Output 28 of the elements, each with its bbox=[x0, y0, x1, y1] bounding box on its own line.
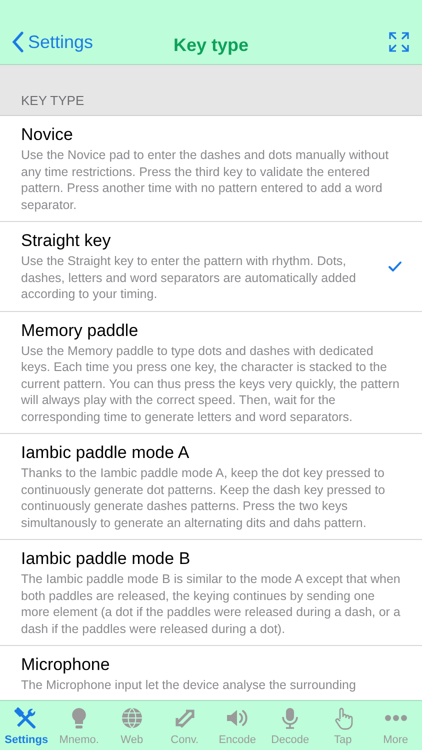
tab[interactable]: Conv. bbox=[158, 701, 211, 750]
tab[interactable]: Web bbox=[106, 701, 158, 750]
tab[interactable]: Settings bbox=[0, 701, 53, 750]
option-title: Iambic paddle mode A bbox=[21, 442, 190, 464]
screen-title: Key type bbox=[173, 34, 249, 57]
checkmark-icon bbox=[388, 260, 402, 272]
back-button[interactable]: Settings bbox=[12, 28, 94, 56]
tab[interactable]: Encode bbox=[211, 701, 264, 750]
tab[interactable]: Tap bbox=[316, 701, 370, 750]
option-description: Use the Straight key to enter the pattern with rhythm. Dots, dashes, letters and word separators are automatically added according to your timing. bbox=[21, 253, 357, 302]
chevron-left-icon bbox=[12, 31, 24, 53]
option-title: Microphone bbox=[21, 654, 111, 676]
option-title: Novice bbox=[21, 124, 74, 146]
option-title: Iambic paddle mode B bbox=[21, 548, 192, 570]
option-title: Memory paddle bbox=[21, 320, 140, 342]
option-description: The Iambic paddle mode B is similar to the mode A except that when both paddles are released, the keying continues by sending one more element (a dot if the paddles were released during a dash, or a dash if the paddles were released during a dot). bbox=[21, 571, 402, 637]
option-description: Use the Memory paddle to type dots and dashes with dedicated keys. Each time you press one key, the character is stacked to the current pattern. You can thus press the keys very quickly, the pattern will always play with the correct speed. Then, wait for the corresponding time to generate letters and word separators. bbox=[21, 342, 400, 425]
option-row[interactable]: Straight key Use the Straight key to enter the pattern with rhythm. Dots, dashes, letters and word separators are automatically added according to your timing. bbox=[0, 222, 422, 312]
option-title: Straight key bbox=[21, 230, 112, 252]
tab[interactable]: Decode bbox=[264, 701, 316, 750]
tab[interactable]: More bbox=[369, 701, 422, 750]
fullscreen-icon[interactable] bbox=[388, 31, 410, 53]
option-description: Thanks to the Iambic paddle mode A, keep the dot key pressed to continuously generate dot patterns. Keep the dash key pressed to continuously generate dashes patterns. Press the two keys simultanously to generate an alternating dits and dahs pattern. bbox=[21, 465, 386, 531]
tab[interactable]: Mnemo. bbox=[52, 701, 106, 750]
more-icon bbox=[384, 714, 408, 722]
option-description: The Microphone input let the device analyse the surrounding bbox=[21, 677, 357, 694]
option-description: Use the Novice pad to enter the dashes and dots manually without any time restrictions. Press the third key to validate the entered pattern. Press another time with no pattern entered to add a word separator. bbox=[21, 147, 390, 213]
section-header: KEY TYPE bbox=[21, 92, 84, 110]
